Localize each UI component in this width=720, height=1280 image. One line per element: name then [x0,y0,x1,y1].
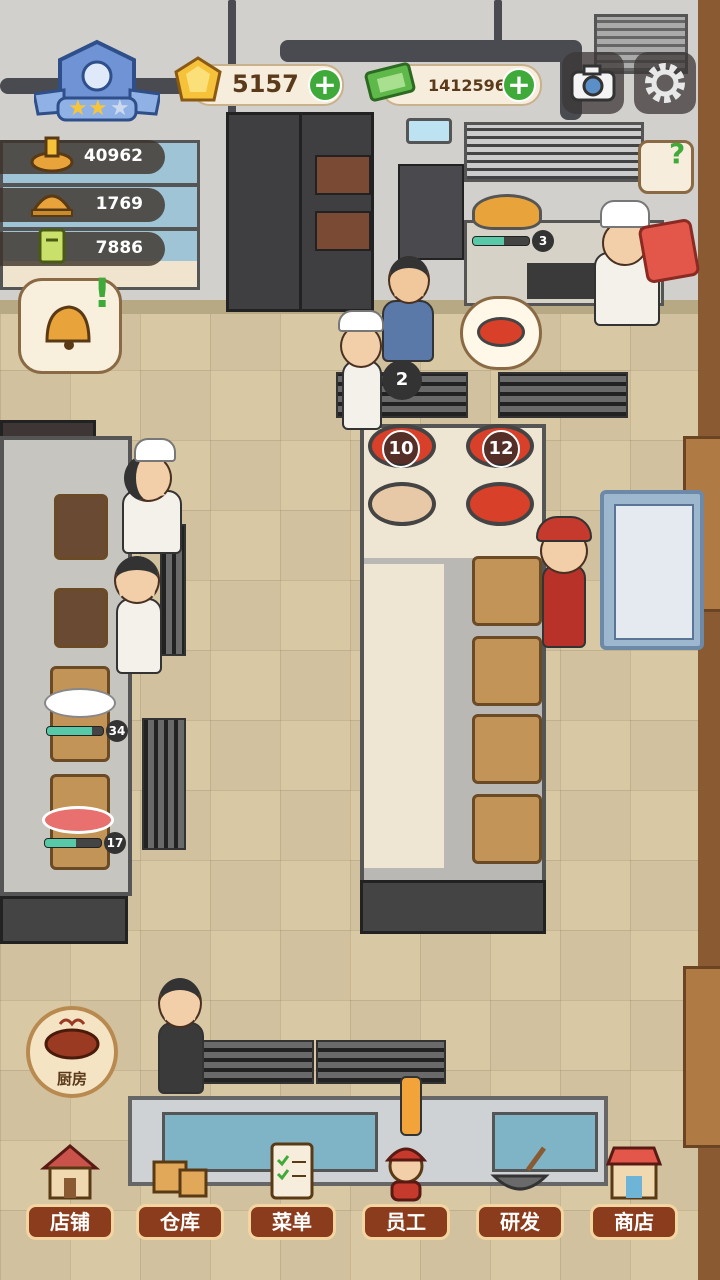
nav-warehouse-button[interactable]: 仓库 [132,1140,228,1240]
notification-bell-button[interactable]: ! [18,271,122,374]
hotpot-stat: 40962 [0,136,165,174]
prep-1-progress-fill [47,727,92,735]
nav-staff-button[interactable]: 员工 [358,1140,454,1240]
counter-base [0,896,128,944]
exclamation-icon: ! [93,271,112,317]
service-stat: 1769 [0,188,165,222]
question-mark-icon: ? [669,137,686,170]
ceiling-pipe [494,0,502,60]
assistant-chef[interactable] [104,550,168,676]
rank-star-icon: ★ [88,96,108,121]
floor-vent [316,1040,446,1084]
settings-button[interactable] [634,52,696,114]
prep-2-count-badge: 17 [104,832,126,854]
wall-light [406,118,452,144]
prep-2-progress-fill [45,839,76,847]
prep-1-count-badge: 34 [106,720,128,742]
soap-bottle [400,1076,422,1136]
store-awning-icon [605,1146,663,1200]
nav-shop-label: 店铺 [26,1204,114,1240]
rank-star-icon: ★ [68,96,88,121]
range-hood [464,122,644,182]
hotpot-stat-value: 40962 [83,146,143,166]
nav-menu-label: 菜单 [248,1204,336,1240]
research-wok-icon [490,1146,550,1191]
ticket-stat-value: 7886 [95,238,143,258]
help-book-button[interactable]: ? [638,137,694,194]
menu-clipboard-icon [270,1142,314,1200]
nav-warehouse-label: 仓库 [136,1204,224,1240]
beef-slice-plate [42,806,114,834]
nav-store-button[interactable]: 商店 [586,1140,682,1240]
floor-vent [498,372,628,418]
floor-vent [142,718,186,850]
chef-chopping[interactable] [112,436,188,556]
ticket-icon [38,228,66,264]
double-door-fridge [226,112,374,312]
order-bubble[interactable] [460,296,542,370]
warehouse-boxes-icon [152,1160,208,1198]
hotpot-order-icon [477,317,525,347]
fryer-progress-bar [472,236,530,246]
service-stat-value: 1769 [95,194,143,214]
hotpot-pot[interactable] [364,474,440,530]
gear-icon [645,63,685,103]
nav-store-label: 商店 [590,1204,678,1240]
cash-icon [362,58,418,106]
gem-amount: 5157 [232,70,299,98]
restaurant-rank-badge[interactable]: ★ ★ ★ [32,38,162,124]
fried-food-basket [472,194,542,230]
kitchen-label: 厨房 [56,1070,87,1088]
cutting-board [54,494,108,560]
rank-star-empty-icon: ★ [110,96,130,121]
kitchen-toggle-button[interactable]: 厨房 [26,1006,118,1098]
prep-2-progress-bar [44,838,102,848]
ingredient-tray[interactable] [472,714,542,784]
camera-icon [570,64,616,102]
spice-rack [398,164,464,260]
pot-1-count: 10 [382,430,420,468]
prep-1-progress-bar [46,726,104,736]
ticket-stat: 7886 [0,228,165,266]
counter-base [360,880,546,934]
waitress[interactable] [334,310,388,430]
fryer-count-badge: 3 [532,230,554,252]
hotpot-icon [30,136,74,173]
game-scene: 3 34 17 10 12 2 ★ ★ ★ 5157 + 14125961 + … [0,0,720,1280]
pot-2-count: 12 [482,430,520,468]
hotpot-icon [44,1018,100,1060]
red-uniform-waiter[interactable] [532,514,596,650]
recipe-book-button[interactable] [637,217,701,285]
prep-strip [364,564,444,868]
nav-research-label: 研发 [476,1204,564,1240]
nav-shop-button[interactable]: 店铺 [22,1140,118,1240]
food-cover-icon [31,194,73,217]
gem-icon [172,56,224,108]
floor-vent [198,1040,314,1084]
nav-menu-button[interactable]: 菜单 [244,1140,340,1240]
fish-slice-plate [44,688,116,718]
camera-button[interactable] [562,52,624,114]
dishwasher-man[interactable] [150,970,212,1096]
waiting-count-badge: 2 [382,360,422,400]
nav-research-button[interactable]: 研发 [472,1140,568,1240]
ceiling-pipe [280,40,580,62]
ingredient-tray[interactable] [472,794,542,864]
hotpot-pot[interactable] [462,474,538,530]
add-cash-button[interactable]: + [502,68,536,102]
staff-chef-icon [384,1147,428,1202]
nav-staff-label: 员工 [362,1204,450,1240]
side-door [683,966,720,1148]
shop-house-icon [40,1144,100,1200]
cutting-board [54,588,108,648]
floor-mat [600,490,704,650]
add-gems-button[interactable]: + [308,68,342,102]
fryer-progress-fill [473,237,504,245]
